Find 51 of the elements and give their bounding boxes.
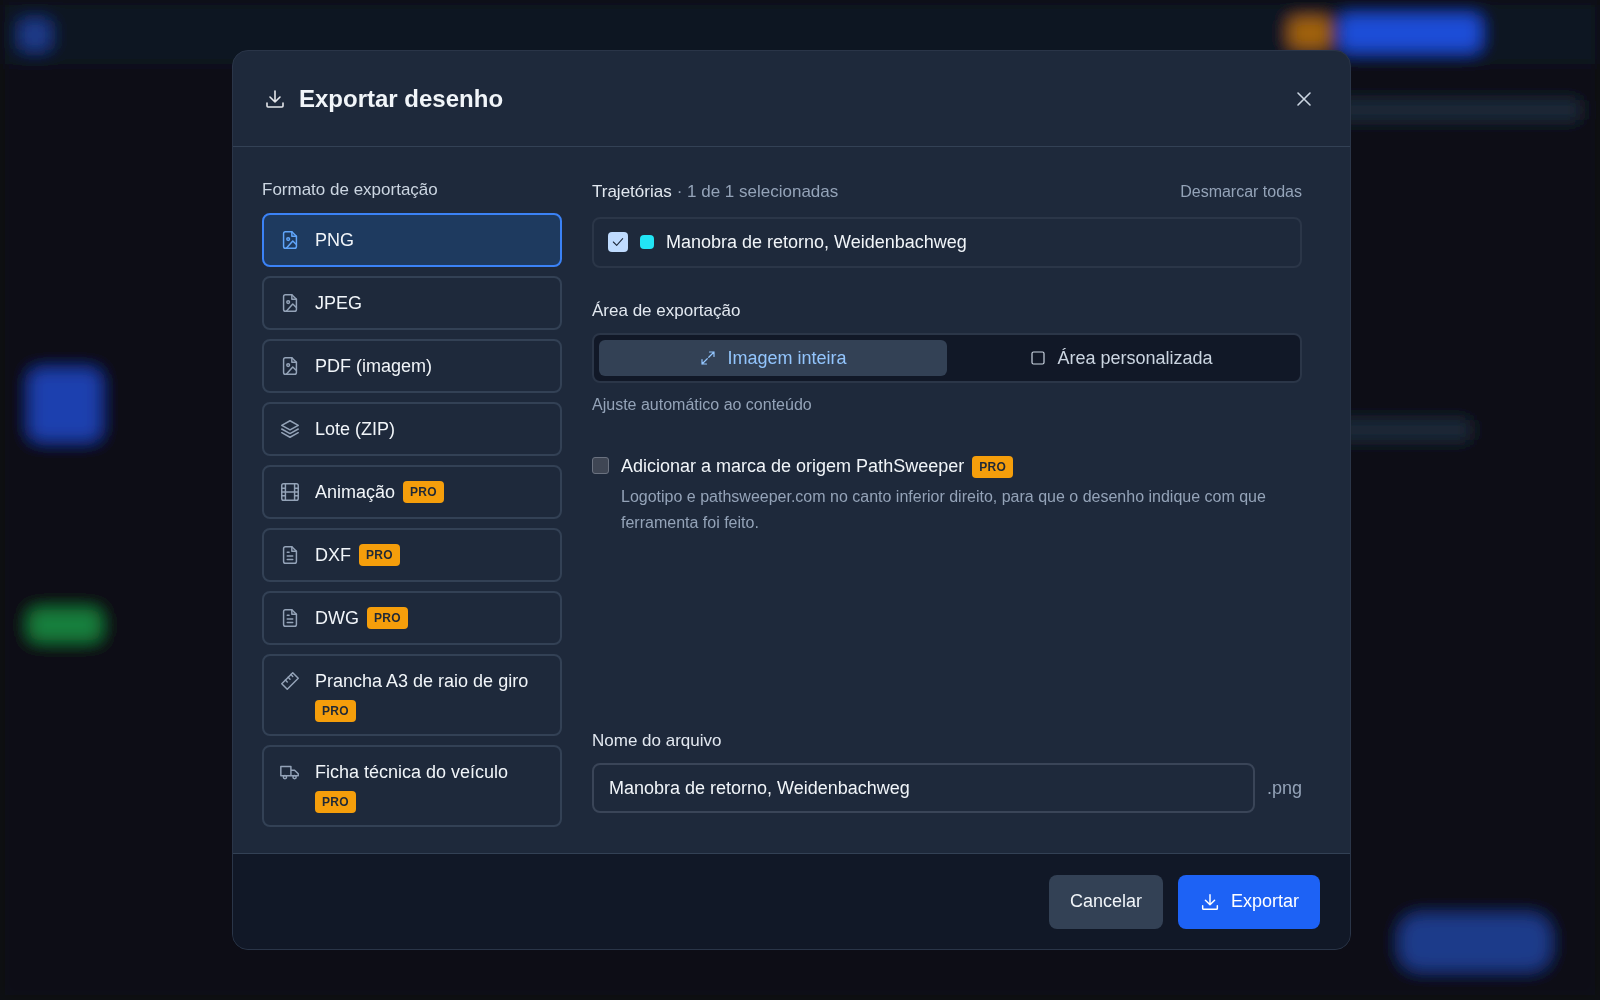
expand-icon bbox=[699, 349, 718, 367]
checkbox-label: Adicionar a marca de origem PathSweeper bbox=[621, 455, 965, 478]
format-label: DXF bbox=[315, 543, 351, 567]
blurred-badge bbox=[1290, 18, 1330, 48]
section-label: Área de exportação bbox=[592, 299, 742, 322]
pro-badge: PRO bbox=[315, 699, 356, 722]
area-option[interactable]: Área personalizada bbox=[947, 340, 1295, 376]
area-option[interactable]: Imagem inteira bbox=[599, 340, 947, 376]
format-option[interactable]: Animação PRO bbox=[262, 464, 562, 519]
format-label: PDF (imagem) bbox=[315, 354, 432, 378]
section-label: Trajetórias bbox=[592, 181, 672, 203]
ruler-icon bbox=[279, 669, 301, 692]
hint-text: Ajuste automático ao conteúdo bbox=[592, 395, 813, 415]
format-label: Ficha técnica do veículo bbox=[315, 760, 509, 784]
format-label: DWG bbox=[315, 606, 359, 630]
format-option[interactable]: PNG bbox=[262, 212, 562, 267]
format-option[interactable]: DWG PRO bbox=[262, 590, 562, 645]
format-label: PNG bbox=[315, 228, 354, 252]
format-option[interactable]: Ficha técnica do veículo PRO bbox=[262, 744, 562, 827]
format-label: Animação bbox=[315, 480, 396, 504]
file-name-field[interactable]: Manobra de retorno, Weidenbachweg bbox=[592, 763, 1255, 813]
pro-badge: PRO bbox=[972, 455, 1014, 478]
format-option[interactable]: Lote (ZIP) bbox=[262, 401, 562, 456]
format-option[interactable]: DXF PRO bbox=[262, 527, 562, 582]
pro-badge: PRO bbox=[359, 543, 400, 566]
dialog-title: Exportar desenho bbox=[299, 83, 504, 114]
pro-badge: PRO bbox=[315, 790, 356, 813]
pro-badge: PRO bbox=[367, 606, 408, 629]
format-label: JPEG bbox=[315, 291, 362, 315]
blurred-tag bbox=[30, 610, 100, 640]
format-option[interactable]: Prancha A3 de raio de giro PRO bbox=[262, 653, 562, 736]
format-option[interactable]: PDF (imagem) bbox=[262, 338, 562, 393]
checkbox[interactable] bbox=[592, 457, 609, 474]
file-extension: .png bbox=[1266, 776, 1302, 800]
deselect-all-link[interactable]: Desmarcar todas bbox=[1180, 179, 1302, 204]
description-text: Logotipo e pathsweeper.com no canto inferior direito, para que o desenho indique com que ferramenta foi feito. bbox=[621, 487, 1267, 533]
format-option[interactable]: JPEG bbox=[262, 275, 562, 330]
film-icon bbox=[279, 480, 301, 503]
cancel-button[interactable]: Cancelar bbox=[1048, 874, 1163, 929]
field-label: Nome do arquivo bbox=[592, 729, 723, 752]
section-label: Formato de exportação bbox=[262, 179, 439, 201]
layers-icon bbox=[279, 417, 301, 440]
pro-badge: PRO bbox=[403, 480, 444, 503]
format-label: Lote (ZIP) bbox=[315, 417, 396, 441]
blurred-logo bbox=[20, 20, 50, 50]
checkbox[interactable] bbox=[608, 232, 628, 252]
format-label: Prancha A3 de raio de giro bbox=[315, 669, 529, 693]
export-button[interactable]: Exportar bbox=[1177, 874, 1320, 929]
square-icon bbox=[1029, 349, 1048, 367]
trajectory-name: Manobra de retorno, Weidenbachweg bbox=[666, 230, 967, 254]
selection-count: · 1 de 1 selecionadas bbox=[676, 181, 839, 203]
